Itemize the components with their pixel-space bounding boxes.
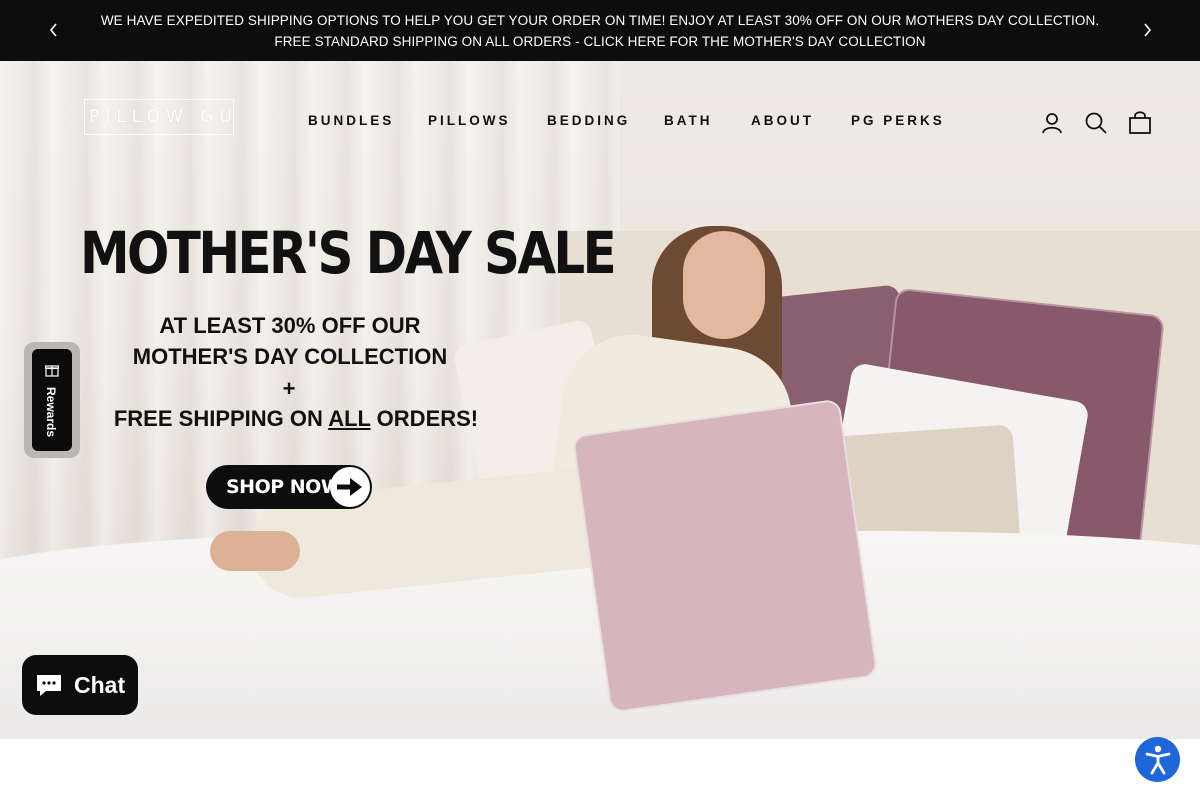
shop-now-button[interactable]: SHOP NOW (206, 465, 372, 509)
cart-icon[interactable] (1127, 110, 1153, 136)
hero-headline: MOTHER'S DAY SALE (80, 219, 617, 287)
hero-subline-3-underlined: ALL (328, 406, 371, 431)
announcement-line-2[interactable]: FREE STANDARD SHIPPING ON ALL ORDERS - C… (100, 31, 1100, 52)
hero-pillow (571, 398, 879, 714)
hero-plus: + (282, 376, 296, 401)
gift-icon (45, 365, 59, 377)
hero-subline-3: FREE SHIPPING ON ALL ORDERS! (86, 406, 506, 432)
site-logo[interactable]: PILLOW GUY (84, 99, 234, 135)
search-icon[interactable] (1083, 110, 1109, 136)
accessibility-button[interactable] (1135, 737, 1180, 782)
account-icon[interactable] (1039, 110, 1065, 136)
hero-subline-3-pre: FREE SHIPPING ON (113, 406, 329, 431)
rewards-button[interactable]: Rewards (32, 349, 72, 451)
hero-subline-2: MOTHER'S DAY COLLECTION (132, 344, 448, 369)
chat-bubble-icon (37, 675, 61, 696)
announcement-line-1: WE HAVE EXPEDITED SHIPPING OPTIONS TO HE… (100, 13, 1100, 28)
announcement-text[interactable]: WE HAVE EXPEDITED SHIPPING OPTIONS TO HE… (100, 10, 1100, 52)
announcement-bar[interactable]: WE HAVE EXPEDITED SHIPPING OPTIONS TO HE… (0, 0, 1200, 61)
shop-now-label: SHOP NOW (226, 476, 342, 498)
nav-item-bedding[interactable]: BEDDING (547, 113, 630, 128)
chevron-left-icon[interactable] (44, 20, 64, 40)
nav-item-bath[interactable]: BATH (664, 113, 713, 128)
rewards-label: Rewards (44, 387, 58, 438)
nav-item-pillows[interactable]: PILLOWS (428, 113, 511, 128)
nav-item-pg-perks[interactable]: PG PERKS (851, 113, 945, 128)
hero-subline-3-post: ORDERS! (370, 406, 479, 431)
chevron-right-icon[interactable] (1137, 20, 1157, 40)
nav-item-about[interactable]: ABOUT (751, 113, 814, 128)
nav-item-bundles[interactable]: BUNDLES (308, 113, 394, 128)
hero-subline-1: AT LEAST 30% OFF OUR (159, 313, 421, 338)
chat-button[interactable]: Chat (22, 655, 138, 715)
arrow-right-icon (330, 467, 370, 507)
accessibility-icon (1145, 745, 1170, 774)
chat-label: Chat (74, 671, 126, 698)
